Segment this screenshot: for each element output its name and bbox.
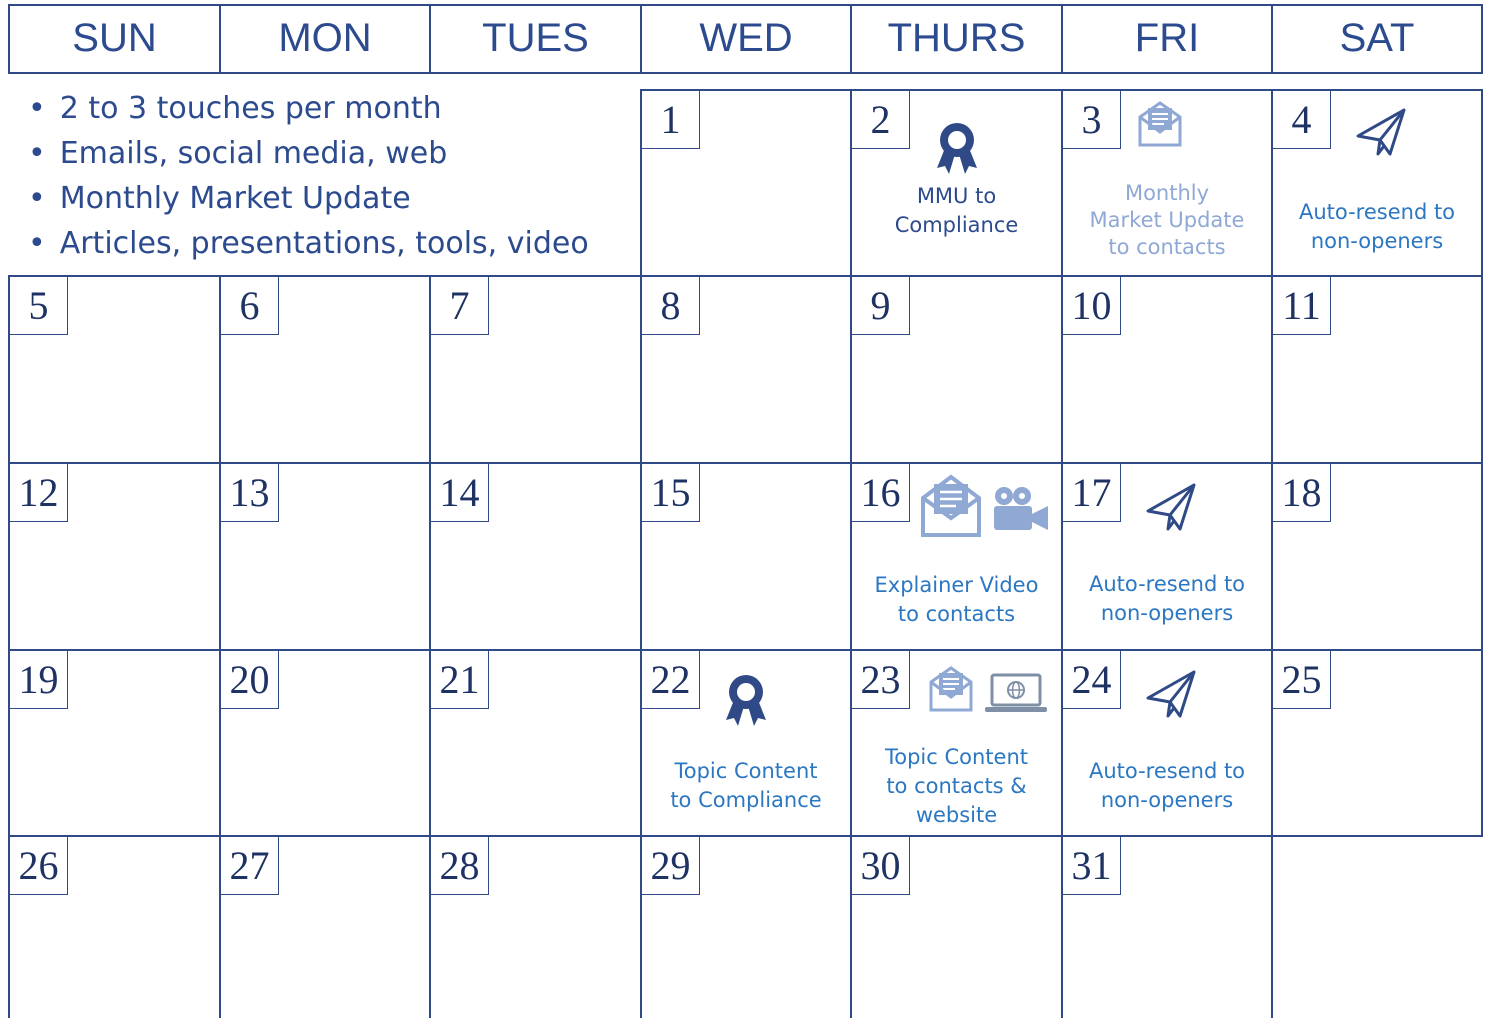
day-number: 17 bbox=[1063, 464, 1121, 522]
event-note-day-23: Topic Content to contacts & website bbox=[852, 743, 1061, 830]
header-thurs: THURS bbox=[887, 16, 1026, 60]
paper-plane-icon bbox=[1356, 108, 1406, 156]
header-sat: SAT bbox=[1339, 16, 1415, 60]
day-number: 9 bbox=[852, 277, 910, 335]
paper-plane-icon bbox=[1146, 483, 1196, 531]
note-line: to Compliance bbox=[670, 788, 822, 812]
laptop-globe-icon bbox=[985, 673, 1047, 712]
day-number: 18 bbox=[1273, 464, 1331, 522]
award-ribbon-icon bbox=[937, 123, 977, 174]
paper-plane-icon bbox=[1146, 670, 1196, 718]
note-line: Explainer Video bbox=[874, 573, 1039, 597]
note-line: Topic Content bbox=[884, 745, 1028, 769]
header-fri: FRI bbox=[1134, 16, 1200, 60]
day-number: 29 bbox=[642, 837, 700, 895]
event-note-day-2: MMU to Compliance bbox=[852, 182, 1061, 240]
day-number: 31 bbox=[1063, 837, 1121, 895]
day-number: 25 bbox=[1273, 651, 1331, 709]
open-envelope-icon bbox=[929, 666, 973, 712]
note-line: Monthly bbox=[1124, 181, 1210, 205]
note-line: Compliance bbox=[894, 213, 1019, 237]
day-number: 22 bbox=[642, 651, 700, 709]
header-tues: TUES bbox=[482, 16, 589, 60]
note-line: Auto-resend to bbox=[1088, 572, 1246, 596]
video-camera-icon bbox=[994, 487, 1048, 530]
event-note-day-17: Auto-resend to non-openers bbox=[1063, 570, 1271, 628]
day-number: 30 bbox=[852, 837, 910, 895]
event-note-day-16: Explainer Video to contacts bbox=[852, 571, 1061, 629]
note-line: non-openers bbox=[1100, 601, 1234, 625]
day-number: 4 bbox=[1273, 91, 1331, 149]
bullet-item: Articles, presentations, tools, video bbox=[28, 221, 589, 266]
note-line: Topic Content bbox=[674, 759, 818, 783]
note-line: non-openers bbox=[1100, 788, 1234, 812]
day-number: 10 bbox=[1063, 277, 1121, 335]
day-number: 7 bbox=[431, 277, 489, 335]
open-envelope-icon bbox=[921, 474, 981, 537]
day-number: 27 bbox=[221, 837, 279, 895]
header-wed: WED bbox=[699, 16, 793, 60]
note-line: website bbox=[915, 803, 998, 827]
bullet-item: Emails, social media, web bbox=[28, 131, 589, 176]
note-line: Market Update bbox=[1089, 208, 1245, 232]
day-number: 24 bbox=[1063, 651, 1121, 709]
bullet-item: 2 to 3 touches per month bbox=[28, 86, 589, 131]
day-number: 12 bbox=[10, 464, 68, 522]
day-number: 28 bbox=[431, 837, 489, 895]
open-envelope-icon bbox=[1138, 101, 1182, 147]
day-number: 11 bbox=[1273, 277, 1331, 335]
award-ribbon-icon bbox=[726, 675, 766, 726]
event-note-day-24: Auto-resend to non-openers bbox=[1063, 757, 1271, 815]
note-line: MMU to bbox=[916, 184, 997, 208]
day-number: 15 bbox=[642, 464, 700, 522]
note-line: to contacts & bbox=[886, 774, 1027, 798]
day-number: 8 bbox=[642, 277, 700, 335]
header-mon: MON bbox=[278, 16, 372, 60]
note-line: to contacts bbox=[897, 602, 1016, 626]
event-note-day-4: Auto-resend to non-openers bbox=[1273, 198, 1481, 256]
note-line: to contacts bbox=[1108, 235, 1226, 259]
day-number: 16 bbox=[852, 464, 910, 522]
day-number: 21 bbox=[431, 651, 489, 709]
bullet-item: Monthly Market Update bbox=[28, 176, 589, 221]
summary-bullet-list: 2 to 3 touches per month Emails, social … bbox=[28, 86, 589, 266]
day-number: 23 bbox=[852, 651, 910, 709]
day-number: 3 bbox=[1063, 91, 1121, 149]
note-line: Auto-resend to bbox=[1088, 759, 1246, 783]
note-line: Auto-resend to bbox=[1298, 200, 1456, 224]
day-number: 20 bbox=[221, 651, 279, 709]
day-number: 2 bbox=[852, 91, 910, 149]
day-number: 14 bbox=[431, 464, 489, 522]
note-line: non-openers bbox=[1310, 229, 1444, 253]
day-number: 5 bbox=[10, 277, 68, 335]
day-number: 19 bbox=[10, 651, 68, 709]
event-note-day-3: Monthly Market Update to contacts bbox=[1063, 180, 1271, 261]
event-note-day-22: Topic Content to Compliance bbox=[642, 757, 850, 815]
day-number: 26 bbox=[10, 837, 68, 895]
day-number: 6 bbox=[221, 277, 279, 335]
header-sun: SUN bbox=[72, 16, 157, 60]
day-number: 1 bbox=[642, 91, 700, 149]
day-number: 13 bbox=[221, 464, 279, 522]
